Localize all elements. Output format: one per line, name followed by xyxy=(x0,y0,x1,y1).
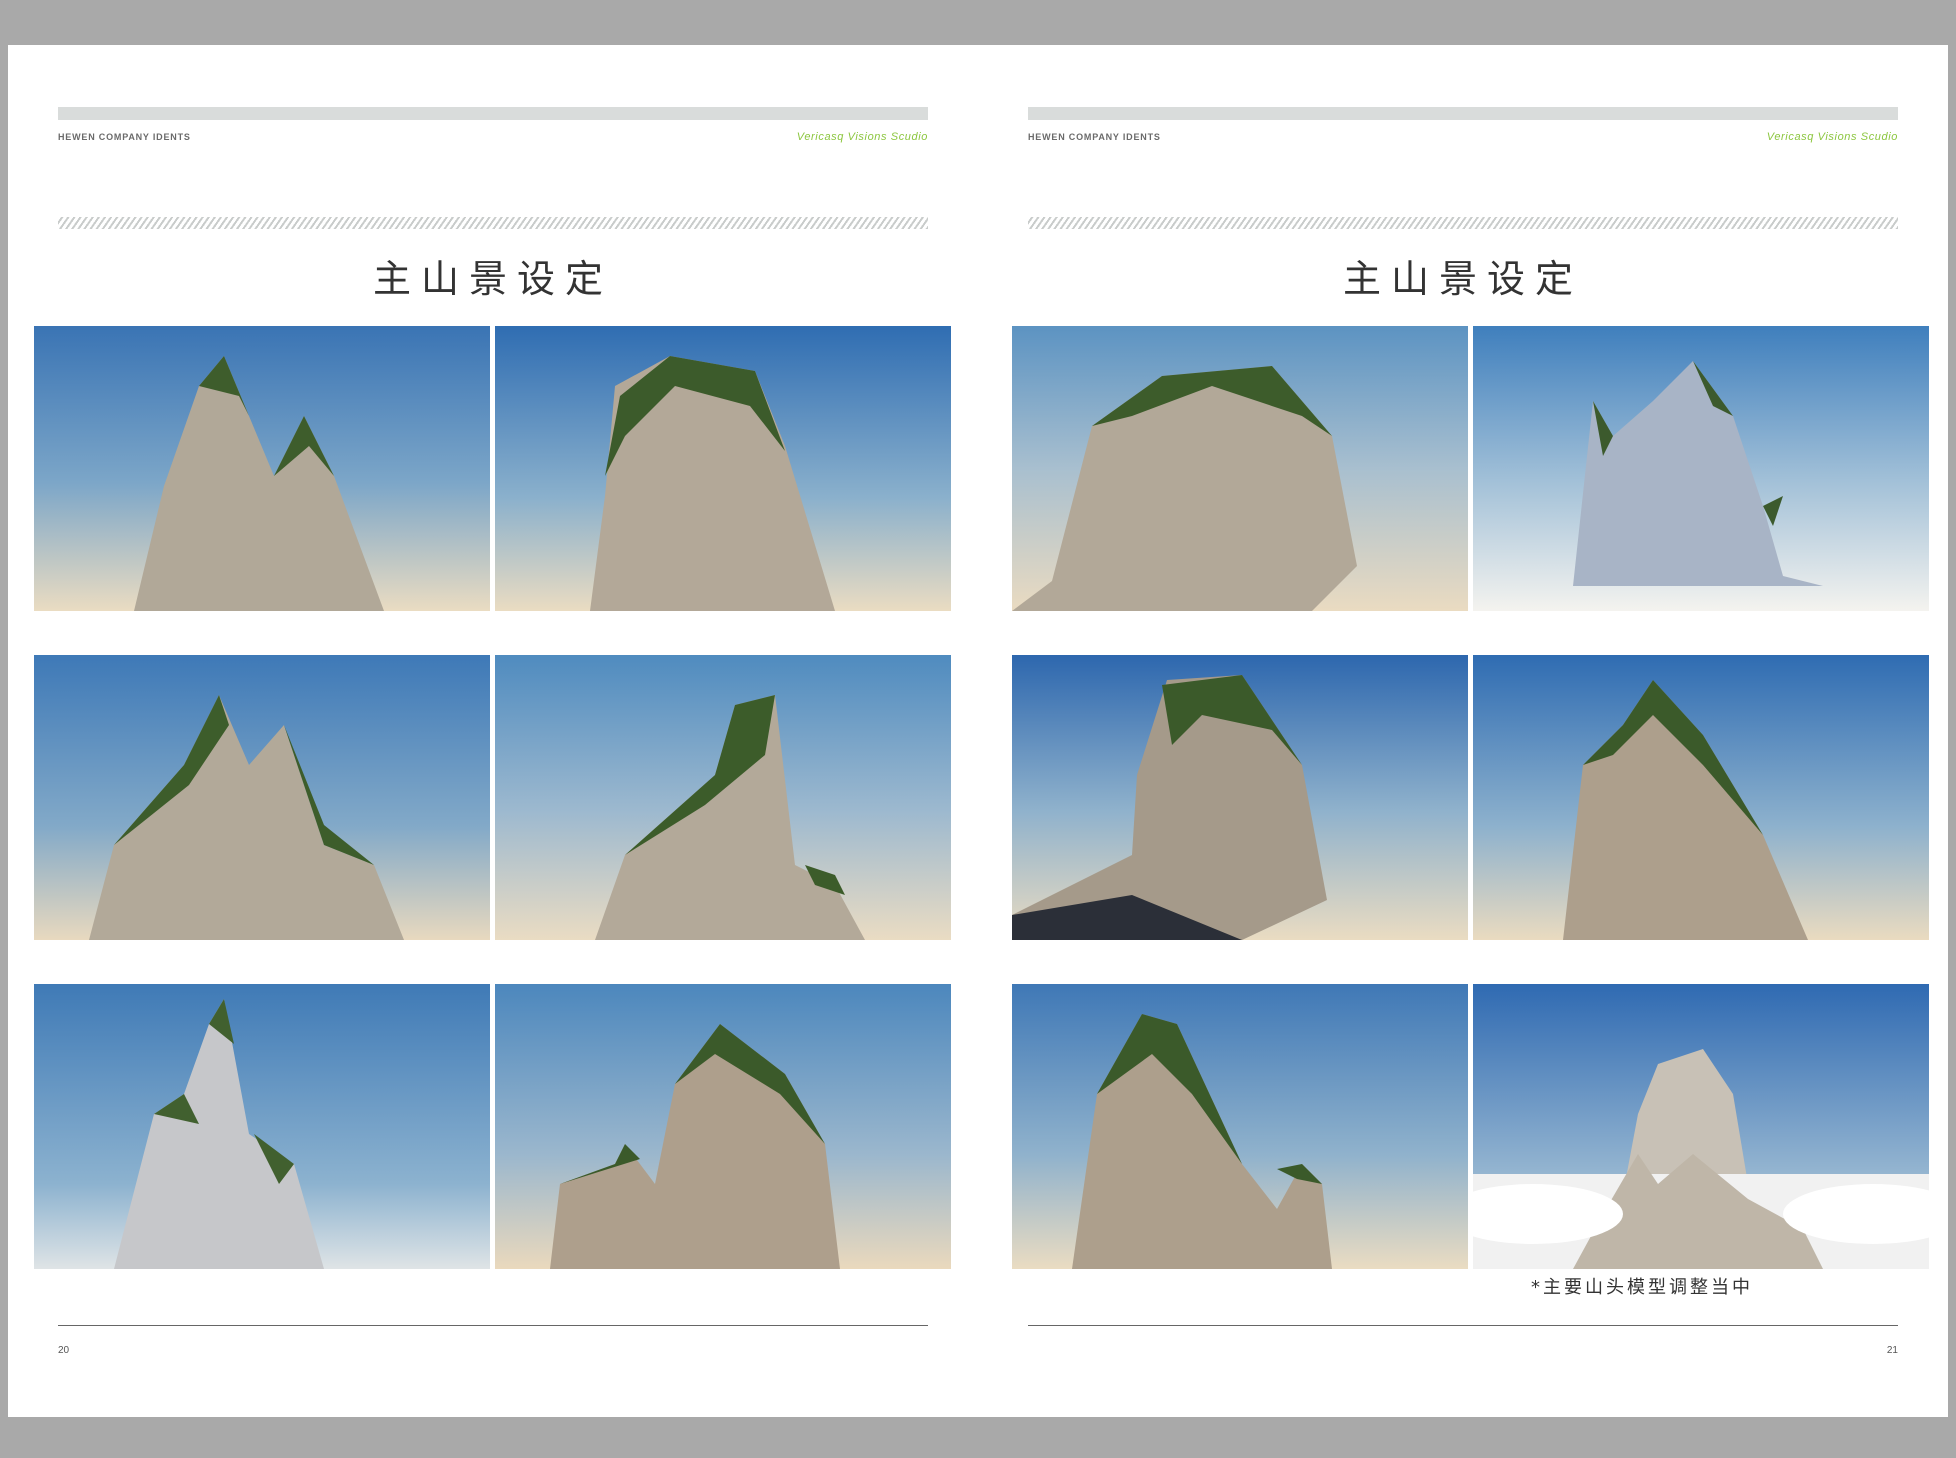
mountain-render-7 xyxy=(1012,326,1468,611)
page-title: 主山景设定 xyxy=(372,257,613,301)
header-company: HEWEN COMPANY IDENTS xyxy=(58,132,191,142)
page-number: 21 xyxy=(1886,1345,1898,1356)
footer-rule xyxy=(58,1325,928,1326)
page-number: 20 xyxy=(58,1345,70,1356)
header-company: HEWEN COMPANY IDENTS xyxy=(1028,132,1161,142)
page-right: HEWEN COMPANY IDENTS Vericasq Visions Sc… xyxy=(978,45,1948,1417)
document-spread: HEWEN COMPANY IDENTS Vericasq Visions Sc… xyxy=(8,45,1948,1417)
header-bar xyxy=(58,107,928,120)
mountain-render-11 xyxy=(1012,984,1468,1269)
mountain-render-2 xyxy=(495,326,951,611)
mountain-render-5 xyxy=(34,984,490,1269)
header-studio: Vericasq Visions Scudio xyxy=(1766,131,1898,143)
header-bar xyxy=(1028,107,1898,120)
mountain-render-1 xyxy=(34,326,490,611)
mountain-render-10 xyxy=(1473,655,1929,940)
hatch-divider xyxy=(58,217,928,229)
header-studio: Vericasq Visions Scudio xyxy=(796,131,928,143)
mountain-render-8 xyxy=(1473,326,1929,611)
footer-rule xyxy=(1028,1325,1898,1326)
page-left: HEWEN COMPANY IDENTS Vericasq Visions Sc… xyxy=(8,45,978,1417)
mountain-render-6 xyxy=(495,984,951,1269)
mountain-render-4 xyxy=(495,655,951,940)
mountain-render-12 xyxy=(1473,984,1929,1269)
mountain-render-3 xyxy=(34,655,490,940)
page-title: 主山景设定 xyxy=(1342,257,1583,301)
model-caption: *主要山头模型调整当中 xyxy=(1531,1277,1753,1298)
hatch-divider xyxy=(1028,217,1898,229)
mountain-render-9 xyxy=(1012,655,1468,940)
